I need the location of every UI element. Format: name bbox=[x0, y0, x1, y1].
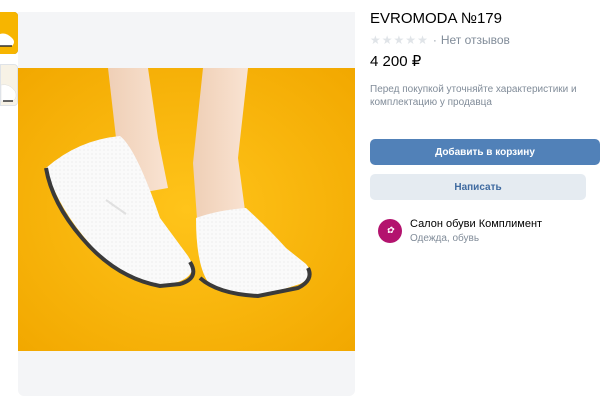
message-button[interactable]: Написать bbox=[370, 174, 586, 200]
product-photo-area bbox=[18, 12, 355, 396]
rating-stars: ★ ★ ★ ★ ★ bbox=[370, 34, 428, 46]
product-title: EVROMODA №179 bbox=[370, 10, 502, 27]
add-to-cart-button[interactable]: Добавить в корзину bbox=[370, 139, 600, 165]
rating-row: ★ ★ ★ ★ ★ · Нет отзывов bbox=[370, 33, 510, 47]
thumbnail-1[interactable] bbox=[0, 12, 18, 54]
seller-category: Одежда, обувь bbox=[410, 233, 480, 244]
seller-card[interactable]: ✿ Салон обуви Комплимент Одежда, обувь bbox=[378, 217, 542, 246]
separator-dot: · bbox=[432, 33, 437, 47]
reviews-link[interactable]: Нет отзывов bbox=[441, 33, 510, 47]
product-photo[interactable] bbox=[18, 68, 355, 351]
star-icon: ★ bbox=[370, 33, 381, 47]
shop-avatar-icon[interactable]: ✿ bbox=[378, 219, 402, 243]
star-icon: ★ bbox=[381, 33, 393, 47]
thumbnail-list bbox=[0, 12, 18, 116]
seller-name[interactable]: Салон обуви Комплимент bbox=[410, 217, 542, 231]
star-icon: ★ bbox=[405, 33, 417, 47]
star-icon: ★ bbox=[393, 33, 405, 47]
purchase-note: Перед покупкой уточняйте характеристики … bbox=[370, 84, 577, 108]
star-icon: ★ bbox=[417, 33, 428, 47]
thumbnail-2[interactable] bbox=[0, 64, 18, 106]
product-price: 4 200 ₽ bbox=[370, 53, 422, 70]
